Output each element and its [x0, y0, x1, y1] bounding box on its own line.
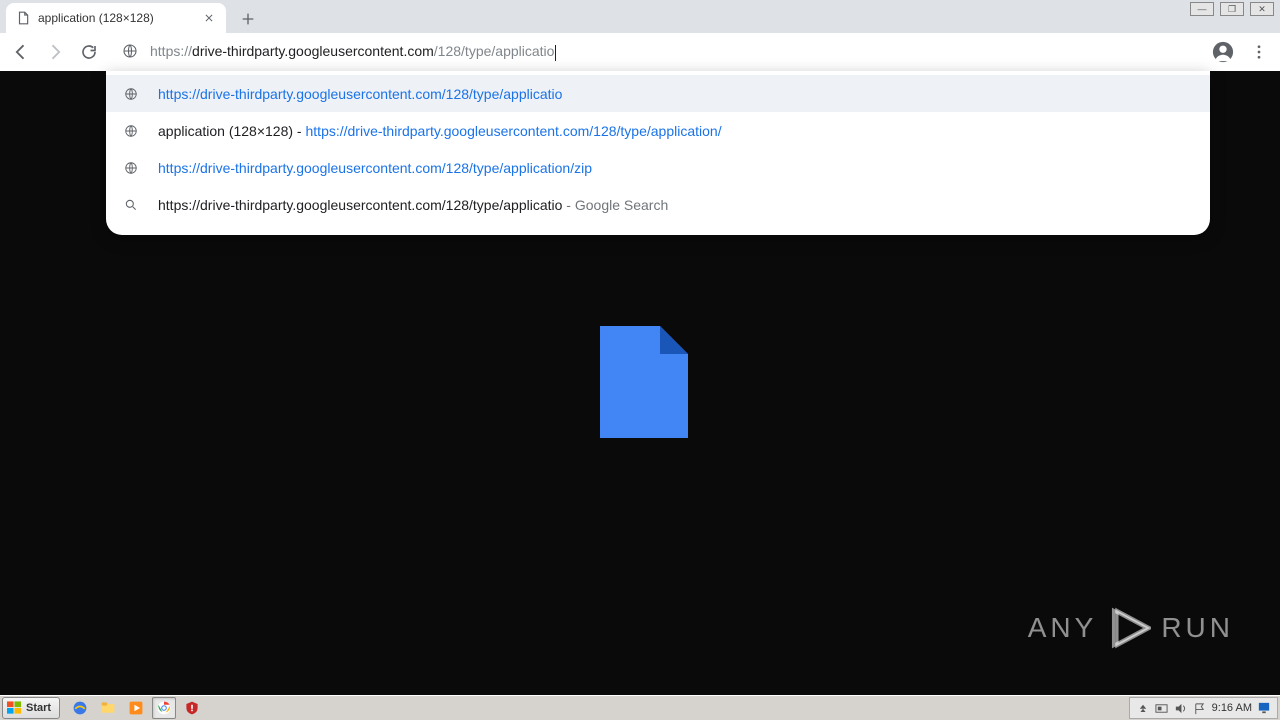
back-button[interactable]	[8, 39, 34, 65]
tray-clock[interactable]: 9:16 AM	[1212, 702, 1252, 714]
window-controls: — ❐ ✕	[1190, 2, 1274, 16]
address-scheme: https://	[150, 43, 192, 59]
forward-button[interactable]	[42, 39, 68, 65]
text-cursor	[555, 45, 556, 61]
close-window-button[interactable]: ✕	[1250, 2, 1274, 16]
taskbar: Start 9:16 AM	[0, 695, 1280, 720]
globe-icon	[122, 87, 140, 101]
new-tab-button[interactable]	[234, 5, 262, 33]
taskbar-ie-icon[interactable]	[68, 697, 92, 719]
minimize-button[interactable]: —	[1190, 2, 1214, 16]
profile-button[interactable]	[1210, 39, 1236, 65]
taskbar-apps	[68, 697, 204, 719]
address-bar[interactable]: https://drive-thirdparty.googleuserconte…	[110, 37, 1194, 67]
taskbar-media-icon[interactable]	[124, 697, 148, 719]
kebab-menu-icon[interactable]	[1246, 39, 1272, 65]
toolbar-right	[1210, 39, 1272, 65]
watermark-left: ANY	[1028, 612, 1098, 644]
volume-icon[interactable]	[1174, 701, 1188, 715]
reload-button[interactable]	[76, 39, 102, 65]
search-icon	[122, 198, 140, 212]
start-label: Start	[26, 702, 51, 714]
monitor-icon[interactable]	[1257, 701, 1271, 715]
tab-active[interactable]: application (128×128)	[6, 3, 226, 33]
taskbar-explorer-icon[interactable]	[96, 697, 120, 719]
system-tray[interactable]: 9:16 AM	[1129, 697, 1278, 719]
toolbar: https://drive-thirdparty.googleuserconte…	[0, 33, 1280, 71]
suggestion-row[interactable]: https://drive-thirdparty.googleuserconte…	[106, 75, 1210, 112]
globe-icon	[122, 124, 140, 138]
tab-title: application (128×128)	[38, 11, 202, 25]
suggestion-row[interactable]: application (128×128) - https://drive-th…	[106, 112, 1210, 149]
device-icon[interactable]	[1155, 701, 1169, 715]
flag-icon[interactable]	[1193, 701, 1207, 715]
play-icon	[1107, 606, 1151, 650]
file-icon	[16, 11, 30, 25]
omnibox-suggestions: https://drive-thirdparty.googleuserconte…	[106, 71, 1210, 235]
address-path: /128/type/applicatio	[434, 43, 555, 59]
taskbar-chrome-icon[interactable]	[152, 697, 176, 719]
suggestion-row[interactable]: https://drive-thirdparty.googleuserconte…	[106, 149, 1210, 186]
address-text: https://drive-thirdparty.googleuserconte…	[150, 43, 1182, 60]
browser-chrome: — ❐ ✕ application (128×128)	[0, 0, 1280, 71]
suggestion-text: https://drive-thirdparty.googleuserconte…	[158, 86, 562, 102]
start-button[interactable]: Start	[2, 697, 60, 719]
globe-icon	[122, 161, 140, 175]
globe-icon	[122, 43, 138, 62]
taskbar-shield-icon[interactable]	[180, 697, 204, 719]
chevron-up-icon[interactable]	[1136, 701, 1150, 715]
suggestion-row[interactable]: https://drive-thirdparty.googleuserconte…	[106, 186, 1210, 223]
close-icon[interactable]	[202, 11, 216, 25]
windows-logo-icon	[7, 701, 22, 715]
application-file-icon	[600, 326, 688, 438]
address-host: drive-thirdparty.googleusercontent.com	[192, 43, 434, 59]
tab-strip: application (128×128)	[0, 0, 1280, 33]
suggestion-text: application (128×128) - https://drive-th…	[158, 123, 722, 139]
watermark: ANY RUN	[1028, 606, 1234, 650]
suggestion-text: https://drive-thirdparty.googleuserconte…	[158, 197, 668, 213]
suggestion-text: https://drive-thirdparty.googleuserconte…	[158, 160, 592, 176]
maximize-button[interactable]: ❐	[1220, 2, 1244, 16]
watermark-right: RUN	[1161, 612, 1234, 644]
